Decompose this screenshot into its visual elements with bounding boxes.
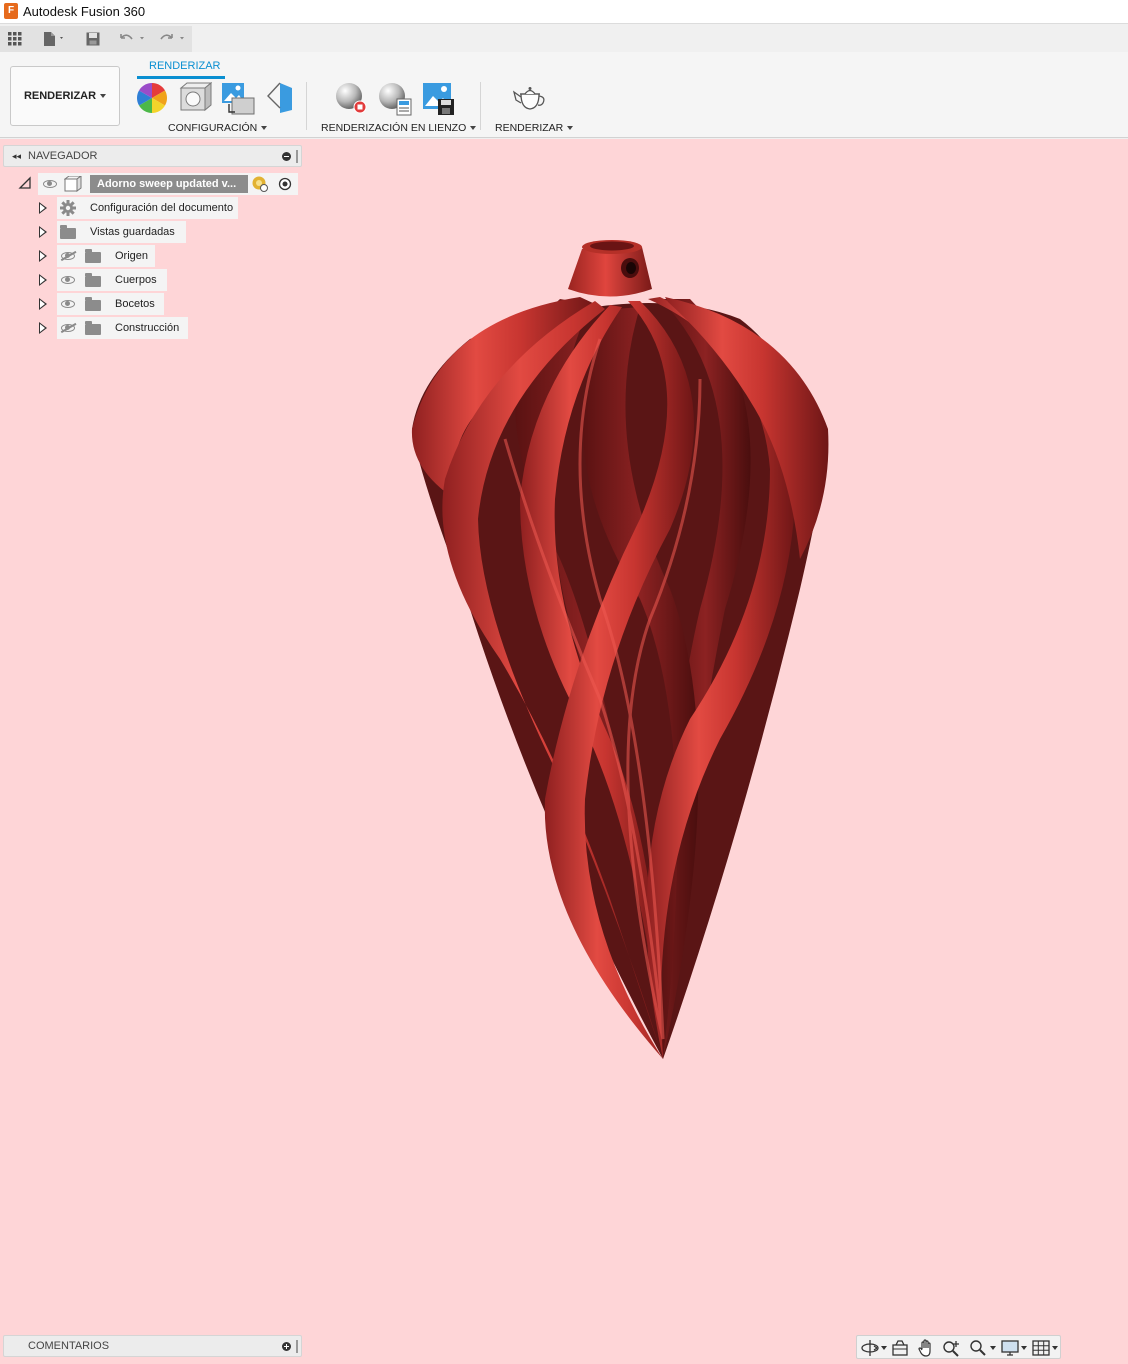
- save-icon: [86, 32, 100, 46]
- folder-icon: [85, 321, 101, 335]
- tree-node-label: Cuerpos: [115, 274, 157, 286]
- navigator-panel-header: ◂◂ NAVEGADOR: [3, 145, 302, 167]
- panel-grip-handle[interactable]: [296, 150, 298, 163]
- chevron-down-icon[interactable]: [990, 1346, 996, 1350]
- expand-saved-views[interactable]: [39, 226, 47, 238]
- triangle-expanded-icon: [18, 176, 31, 189]
- in-canvas-render-settings-icon[interactable]: [377, 82, 413, 116]
- navigation-bar: [856, 1335, 1061, 1359]
- file-icon: [44, 32, 63, 46]
- panel-grip-handle[interactable]: [296, 1340, 298, 1353]
- physical-materials-icon[interactable]: [178, 82, 212, 114]
- group-renderizar[interactable]: RENDERIZAR: [495, 122, 574, 134]
- fit-icon[interactable]: [969, 1339, 987, 1357]
- window-title: Autodesk Fusion 360: [23, 4, 146, 19]
- quick-access-group: [0, 26, 192, 52]
- file-menu-button[interactable]: [36, 26, 70, 52]
- grid-apps-icon: [8, 32, 22, 46]
- ornament-hanger-cap: [568, 240, 652, 297]
- workspace-switcher[interactable]: RENDERIZAR: [10, 66, 120, 126]
- in-canvas-render-icon[interactable]: [334, 82, 370, 116]
- save-button[interactable]: [80, 26, 106, 52]
- navigator-title: NAVEGADOR: [28, 150, 98, 162]
- display-settings-icon[interactable]: [1000, 1339, 1020, 1357]
- component-icon: [64, 176, 82, 192]
- expand-construction[interactable]: [39, 322, 47, 334]
- chevron-down-icon: [470, 126, 477, 131]
- tree-node-label: Bocetos: [115, 298, 155, 310]
- tree-root-component[interactable]: Adorno sweep updated v...: [38, 173, 298, 195]
- fusion-app-icon: F: [4, 3, 18, 19]
- tree-node-document-settings[interactable]: Configuración del documento: [57, 197, 238, 219]
- expand-sketches[interactable]: [39, 298, 47, 310]
- tree-node-bodies[interactable]: Cuerpos: [57, 269, 167, 291]
- workspace-label: RENDERIZAR: [23, 90, 97, 102]
- tab-renderizar[interactable]: RENDERIZAR: [149, 60, 221, 72]
- active-tab-indicator: [137, 76, 225, 79]
- expand-bodies[interactable]: [39, 274, 47, 286]
- orbit-icon[interactable]: [860, 1339, 880, 1357]
- redo-button[interactable]: [154, 26, 190, 52]
- render-teapot-icon[interactable]: [512, 84, 548, 112]
- expand-document-settings[interactable]: [39, 202, 47, 214]
- folder-icon: [85, 249, 101, 263]
- title-bar: F Autodesk Fusion 360: [0, 0, 1128, 24]
- chevron-down-icon[interactable]: [881, 1346, 887, 1350]
- data-panel-button[interactable]: [2, 26, 28, 52]
- undo-icon: [120, 34, 144, 40]
- visibility-eye-hidden-icon[interactable]: [61, 324, 75, 332]
- tree-node-origin[interactable]: Origen: [57, 245, 155, 267]
- minimize-panel-icon[interactable]: [282, 152, 291, 161]
- look-at-icon[interactable]: [891, 1339, 909, 1357]
- tree-node-construction[interactable]: Construcción: [57, 317, 188, 339]
- visibility-eye-icon[interactable]: [61, 300, 75, 308]
- activate-radio-icon[interactable]: [278, 177, 292, 191]
- scene-settings-icon[interactable]: [221, 82, 255, 116]
- root-component-label: Adorno sweep updated v...: [97, 178, 237, 190]
- gear-icon: [60, 200, 76, 216]
- comments-title: COMENTARIOS: [28, 1340, 110, 1352]
- group-divider: [306, 82, 307, 130]
- tree-node-label: Origen: [115, 250, 149, 262]
- visibility-eye-icon[interactable]: [61, 276, 75, 284]
- grid-settings-icon[interactable]: [1032, 1339, 1050, 1357]
- tree-node-saved-views[interactable]: Vistas guardadas: [57, 221, 186, 243]
- pan-icon[interactable]: [917, 1339, 935, 1357]
- folder-icon: [85, 273, 101, 287]
- redo-icon: [160, 34, 184, 40]
- group-configuracion[interactable]: CONFIGURACIÓN: [168, 122, 268, 134]
- capture-image-icon[interactable]: [422, 82, 456, 116]
- tree-node-label: Vistas guardadas: [90, 226, 175, 238]
- expand-panel-icon[interactable]: [282, 1342, 291, 1351]
- chevron-down-icon: [261, 126, 268, 131]
- visibility-eye-hidden-icon[interactable]: [61, 252, 75, 260]
- tree-node-label: Construcción: [115, 322, 180, 334]
- group-divider: [480, 82, 481, 130]
- folder-icon: [60, 225, 76, 239]
- chevron-down-icon[interactable]: [1021, 1346, 1027, 1350]
- chevron-down-icon: [100, 94, 107, 98]
- group-renderizacion-en-lienzo[interactable]: RENDERIZACIÓN EN LIENZO: [321, 122, 477, 134]
- visibility-eye-icon[interactable]: [43, 180, 57, 188]
- root-collapse-toggle[interactable]: [18, 176, 32, 190]
- ribbon-toolbar: RENDERIZAR RENDERIZAR CONFIGURACIÓN REND…: [0, 52, 1128, 138]
- tree-node-label: Configuración del documento: [90, 202, 234, 214]
- appearance-icon[interactable]: [136, 82, 168, 114]
- texture-map-icon[interactable]: [266, 82, 294, 114]
- zoom-icon[interactable]: [942, 1339, 962, 1357]
- quick-access-toolbar: [0, 26, 1128, 52]
- collapse-arrows-icon[interactable]: ◂◂: [12, 151, 21, 162]
- folder-icon: [85, 297, 101, 311]
- undo-button[interactable]: [114, 26, 150, 52]
- version-badge-icon: [252, 176, 268, 192]
- chevron-down-icon[interactable]: [1052, 1346, 1058, 1350]
- chevron-down-icon: [567, 126, 574, 131]
- comments-panel-header[interactable]: COMENTARIOS: [3, 1335, 302, 1357]
- expand-origin[interactable]: [39, 250, 47, 262]
- tree-node-sketches[interactable]: Bocetos: [57, 293, 164, 315]
